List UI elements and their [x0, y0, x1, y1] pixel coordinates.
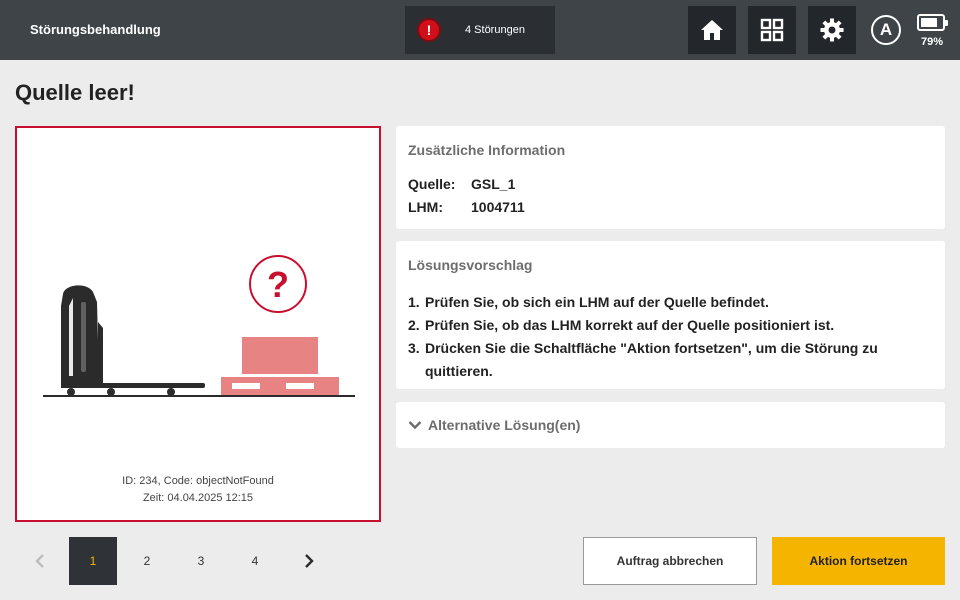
- home-button[interactable]: [688, 6, 736, 54]
- alert-icon: !: [417, 18, 441, 42]
- next-page-button[interactable]: [297, 548, 321, 574]
- fault-counter-button[interactable]: ! 4 Störungen: [405, 6, 555, 54]
- home-icon: [701, 20, 723, 40]
- dashboard-button[interactable]: [748, 6, 796, 54]
- solution-card: Lösungsvorschlag 1. Prüfen Sie, ob sich …: [396, 241, 945, 389]
- solution-heading: Lösungsvorschlag: [408, 257, 533, 273]
- step-number: 3.: [408, 340, 420, 356]
- top-bar: Störungsbehandlung ! 4 Störungen A 79%: [0, 0, 960, 60]
- page-button-2[interactable]: 2: [123, 537, 171, 585]
- page-button-1[interactable]: 1: [69, 537, 117, 585]
- app-title: Störungsbehandlung: [30, 22, 161, 37]
- info-row-lhm: LHM: 1004711: [408, 199, 525, 215]
- alternative-solutions-label: Alternative Lösung(en): [428, 417, 581, 433]
- forklift-pallet-illustration: ?: [43, 255, 355, 397]
- previous-page-button[interactable]: [28, 548, 52, 574]
- chevron-left-icon: [35, 554, 44, 568]
- solution-step: 2. Prüfen Sie, ob das LHM korrekt auf de…: [408, 314, 928, 337]
- step-number: 2.: [408, 317, 420, 333]
- solution-steps: 1. Prüfen Sie, ob sich ein LHM auf der Q…: [408, 291, 928, 383]
- additional-info-heading: Zusätzliche Information: [408, 142, 566, 158]
- battery-percentage: 79%: [921, 36, 944, 48]
- page-title: Quelle leer!: [15, 80, 135, 105]
- chevron-down-icon: [408, 421, 422, 430]
- battery-level-fill: [921, 18, 937, 27]
- auto-mode-icon[interactable]: A: [871, 15, 901, 45]
- pallet-load: [242, 337, 318, 374]
- chevron-right-icon: [305, 554, 314, 568]
- continue-action-button[interactable]: Aktion fortsetzen: [772, 537, 945, 585]
- error-illustration-panel: ? ID: 234, Code: objectNotFound Zeit: 04…: [15, 126, 381, 522]
- error-id-code: ID: 234, Code: objectNotFound: [122, 475, 274, 487]
- alternative-solutions-accordion[interactable]: Alternative Lösung(en): [396, 402, 945, 448]
- info-key: LHM:: [408, 199, 443, 215]
- info-value: GSL_1: [471, 176, 516, 192]
- step-number: 1.: [408, 294, 420, 310]
- info-key: Quelle:: [408, 176, 456, 192]
- gear-icon: [820, 18, 844, 42]
- fault-counter-label: 4 Störungen: [465, 24, 525, 36]
- page-button-3[interactable]: 3: [177, 537, 225, 585]
- step-text: Prüfen Sie, ob sich ein LHM auf der Quel…: [425, 294, 769, 310]
- settings-button[interactable]: [808, 6, 856, 54]
- additional-info-card: Zusätzliche Information Quelle: GSL_1 LHM…: [396, 126, 945, 229]
- solution-step: 1. Prüfen Sie, ob sich ein LHM auf der Q…: [408, 291, 928, 314]
- battery-icon: [917, 14, 948, 31]
- page-button-4[interactable]: 4: [231, 537, 279, 585]
- solution-step: 3. Drücken Sie die Schaltfläche "Aktion …: [408, 337, 928, 383]
- alternative-solutions-toggle[interactable]: Alternative Lösung(en): [408, 417, 580, 433]
- cancel-order-button[interactable]: Auftrag abbrechen: [583, 537, 757, 585]
- info-value: 1004711: [471, 199, 525, 215]
- grid-icon: [760, 18, 784, 42]
- info-row-source: Quelle: GSL_1: [408, 176, 515, 192]
- question-mark: ?: [267, 264, 289, 305]
- error-timestamp: Zeit: 04.04.2025 12:15: [142, 492, 254, 504]
- step-text: Prüfen Sie, ob das LHM korrekt auf der Q…: [425, 317, 835, 333]
- step-text: Drücken Sie die Schaltfläche "Aktion for…: [425, 340, 878, 379]
